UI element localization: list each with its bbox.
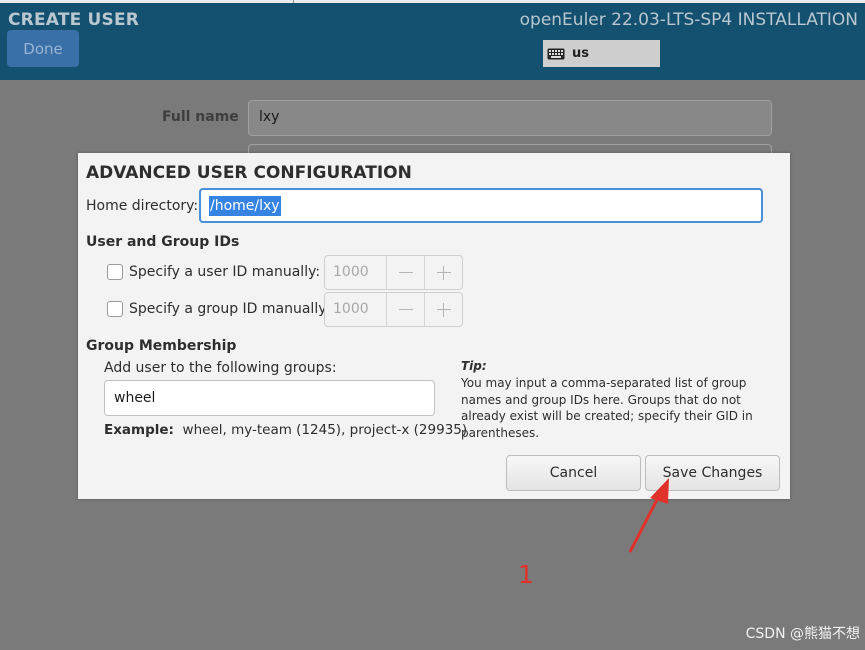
example-label: Example: [104,422,174,438]
home-directory-input[interactable]: /home/lxy [199,188,763,223]
done-button[interactable]: Done [7,30,79,67]
user-id-checkbox[interactable] [107,264,123,280]
window-top-strip [0,0,865,3]
group-id-checkbox[interactable] [107,301,123,317]
user-id-value: 1000 [333,264,369,280]
annotation-arrow-icon [628,478,669,553]
membership-section-heading: Group Membership [86,338,237,354]
keyboard-layout-label: us [572,46,589,61]
groups-input[interactable]: wheel [104,380,435,416]
dialog-title: ADVANCED USER CONFIGURATION [86,163,412,183]
full-name-label: Full name [162,109,239,125]
group-id-decrement-button[interactable] [386,293,424,326]
user-id-increment-button[interactable] [424,256,462,289]
group-id-value: 1000 [333,301,369,317]
example-text: wheel, my-team (1245), project-x (29935) [182,422,468,438]
tip-text: You may input a comma-separated list of … [461,376,753,440]
group-id-increment-button[interactable] [424,293,462,326]
group-id-label: Specify a group ID manually: [129,301,331,317]
ids-section-heading: User and Group IDs [86,234,240,250]
keyboard-layout-indicator[interactable]: us [543,40,660,67]
home-directory-value: /home/lxy [209,196,281,216]
page-title: CREATE USER [8,10,140,30]
user-id-decrement-button[interactable] [386,256,424,289]
advanced-user-dialog: ADVANCED USER CONFIGURATION Home directo… [78,153,790,499]
groups-example: Example: wheel, my-team (1245), project-… [104,422,467,438]
minus-icon [398,272,413,273]
home-directory-label: Home directory: [86,198,199,214]
plus-icon [436,303,451,317]
install-title: openEuler 22.03-LTS-SP4 INSTALLATION [519,10,858,30]
watermark: CSDN @熊猫不想 [745,626,860,642]
add-groups-label: Add user to the following groups: [104,360,337,376]
user-id-spinner[interactable]: 1000 [324,255,463,290]
keyboard-icon [547,48,565,59]
annotation-number: 1 [518,560,534,589]
tip-title: Tip: [461,359,487,373]
user-id-label: Specify a user ID manually: [129,264,321,280]
plus-icon [436,266,451,280]
group-id-spinner[interactable]: 1000 [324,292,463,327]
minus-icon [398,309,413,310]
full-name-field[interactable]: lxy [248,100,772,136]
